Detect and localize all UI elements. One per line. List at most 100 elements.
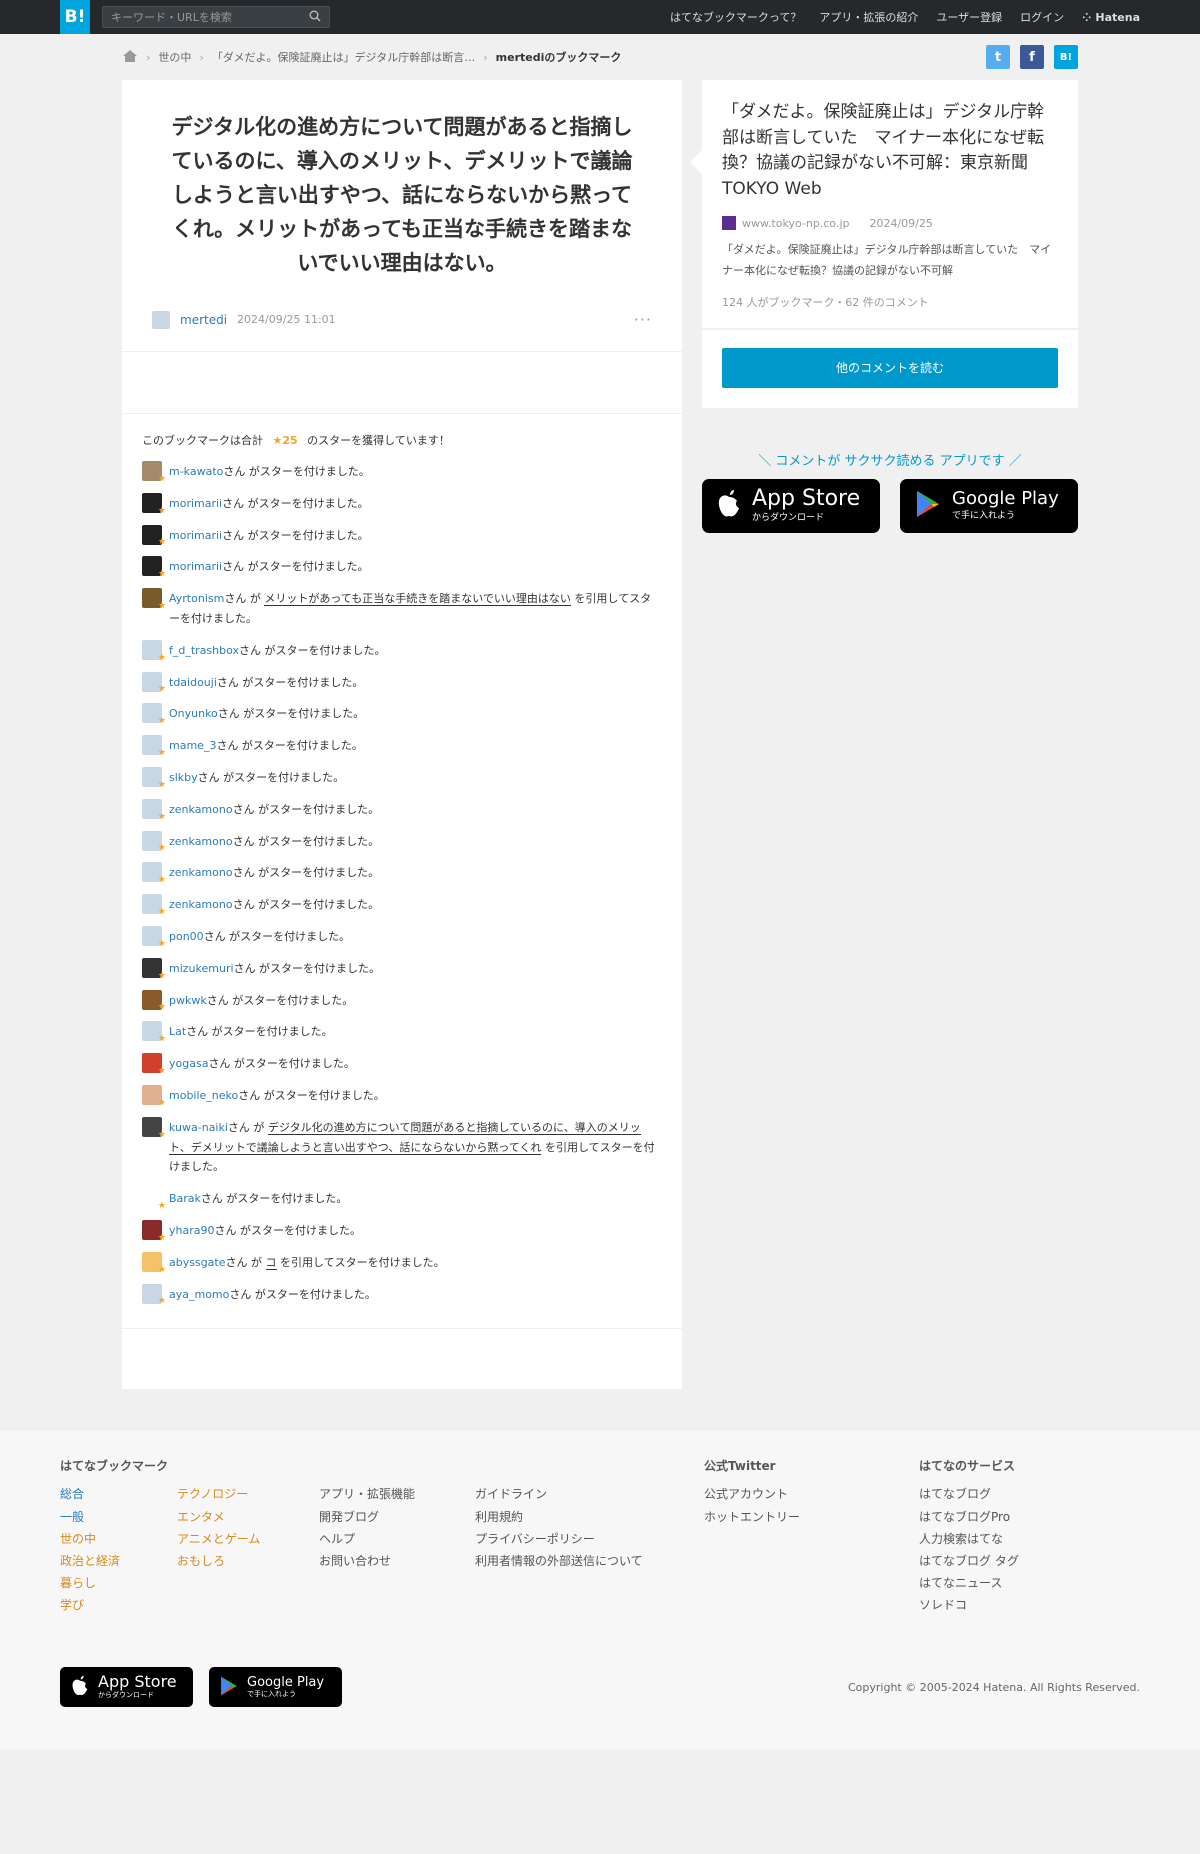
star-user-link[interactable]: zenkamono <box>169 898 233 911</box>
avatar[interactable] <box>142 1188 166 1214</box>
star-user-link[interactable]: f_d_trashbox <box>169 644 239 657</box>
star-user-link[interactable]: slkby <box>169 771 198 784</box>
footer-link[interactable]: ヘルプ <box>319 1532 475 1546</box>
footer-link[interactable]: 人力検索はてな <box>919 1532 1019 1546</box>
avatar[interactable] <box>142 461 166 487</box>
avatar[interactable] <box>142 703 166 729</box>
comment-user-link[interactable]: mertedi <box>180 313 227 327</box>
footer-link[interactable]: アプリ・拡張機能 <box>319 1488 475 1501</box>
star-user-link[interactable]: Onyunko <box>169 707 218 720</box>
avatar[interactable] <box>142 1053 166 1079</box>
footer-link[interactable]: お問い合わせ <box>319 1554 475 1568</box>
footer-link[interactable]: ホットエントリー <box>704 1510 919 1524</box>
star-user-link[interactable]: m-kawato <box>169 465 223 478</box>
entry-title-link[interactable]: 「ダメだよ。保険証廃止は」デジタル庁幹部は断言していた マイナー本化になぜ転換？… <box>722 102 1044 199</box>
star-user-link[interactable]: zenkamono <box>169 803 233 816</box>
star-user-link[interactable]: Barak <box>169 1192 201 1205</box>
avatar[interactable] <box>142 1085 166 1111</box>
avatar[interactable] <box>142 767 166 793</box>
footer-link[interactable]: 世の中 <box>60 1532 177 1546</box>
twitter-share-icon[interactable]: t <box>986 45 1010 69</box>
star-user-link[interactable]: Lat <box>169 1025 186 1038</box>
footer-link[interactable]: はてなブログ タグ <box>919 1554 1019 1568</box>
hatena-bookmark-logo[interactable]: B! <box>60 0 90 34</box>
search-icon[interactable] <box>309 10 321 25</box>
hatena-share-icon[interactable]: B! <box>1054 45 1078 69</box>
about-link[interactable]: はてなブックマークって？ <box>670 9 801 25</box>
avatar[interactable] <box>142 588 166 614</box>
star-user-link[interactable]: morimarii <box>169 497 222 510</box>
footer-link[interactable]: 学び <box>60 1599 177 1612</box>
footer-link[interactable]: ガイドライン <box>475 1488 643 1501</box>
avatar[interactable] <box>142 556 166 582</box>
avatar[interactable] <box>142 524 166 551</box>
footer-link[interactable]: 暮らし <box>60 1576 177 1590</box>
star-user-link[interactable]: kuwa-naiki <box>169 1121 228 1134</box>
hatena-brand-link[interactable]: ⁘ Hatena <box>1082 11 1140 24</box>
footer-link[interactable]: 開発ブログ <box>319 1510 475 1524</box>
avatar[interactable] <box>142 671 166 698</box>
signup-link[interactable]: ユーザー登録 <box>936 9 1002 25</box>
star-user-link[interactable]: Ayrtonism <box>169 592 224 605</box>
read-other-comments-button[interactable]: 他のコメントを読む <box>722 347 1058 388</box>
star-user-link[interactable]: pon00 <box>169 930 204 943</box>
footer-link[interactable]: ソレドコ <box>919 1599 1019 1612</box>
footer-link[interactable]: 公式アカウント <box>704 1488 919 1501</box>
more-menu-icon[interactable]: ··· <box>634 310 652 329</box>
footer-link[interactable]: はてなブログ <box>919 1488 1019 1501</box>
star-user-link[interactable]: pwkwk <box>169 994 207 1007</box>
avatar[interactable] <box>142 639 166 666</box>
avatar[interactable] <box>152 310 170 329</box>
avatar[interactable] <box>142 1283 166 1310</box>
google-play-button[interactable]: Google Play で手に入れよう <box>900 478 1078 533</box>
footer-app-store-button[interactable]: App Store からダウンロード <box>60 1667 193 1708</box>
star-user-link[interactable]: morimarii <box>169 529 222 542</box>
footer-link[interactable]: はてなブログPro <box>919 1510 1019 1524</box>
footer-link[interactable]: 利用者情報の外部送信について <box>475 1554 643 1568</box>
star-user-link[interactable]: abyssgate <box>169 1256 226 1269</box>
star-user-link[interactable]: morimarii <box>169 560 222 573</box>
footer-link[interactable]: はてなニュース <box>919 1576 1019 1590</box>
footer-link[interactable]: プライバシーポリシー <box>475 1532 643 1546</box>
avatar[interactable] <box>142 1220 166 1246</box>
footer-link[interactable]: 政治と経済 <box>60 1554 177 1568</box>
breadcrumb-category[interactable]: 世の中 <box>158 49 191 65</box>
footer-link[interactable]: おもしろ <box>177 1554 319 1568</box>
avatar[interactable] <box>142 894 166 920</box>
star-user-link[interactable]: yhara90 <box>169 1224 214 1237</box>
avatar[interactable] <box>142 957 166 984</box>
star-user-link[interactable]: yogasa <box>169 1057 208 1070</box>
avatar[interactable] <box>142 830 166 857</box>
star-user-link[interactable]: zenkamono <box>169 866 233 879</box>
login-link[interactable]: ログイン <box>1020 9 1064 25</box>
star-quote-link[interactable]: コ <box>265 1255 277 1270</box>
star-quote-link[interactable]: メリットがあっても正当な手続きを踏まないでいい理由はない <box>264 592 571 607</box>
footer-google-play-button[interactable]: Google Play で手に入れよう <box>209 1667 342 1708</box>
avatar[interactable] <box>142 926 166 952</box>
footer-link[interactable]: 総合 <box>60 1488 177 1501</box>
star-user-link[interactable]: mame_3 <box>169 739 216 752</box>
footer-link[interactable]: テクノロジー <box>177 1488 319 1501</box>
home-icon[interactable] <box>122 49 138 66</box>
search-input[interactable] <box>111 10 309 24</box>
footer-link[interactable]: アニメとゲーム <box>177 1532 319 1546</box>
breadcrumb-entry[interactable]: 「ダメだよ。保険証廃止は」デジタル庁幹部は断言… <box>212 49 475 65</box>
apps-link[interactable]: アプリ・拡張の紹介 <box>819 9 918 25</box>
entry-bookmark-count[interactable]: 124 人がブックマーク・62 件のコメント <box>722 294 1058 310</box>
app-store-button[interactable]: App Store からダウンロード <box>702 478 880 533</box>
avatar[interactable] <box>142 989 166 1016</box>
footer-link[interactable]: エンタメ <box>177 1510 319 1524</box>
avatar[interactable] <box>142 798 166 825</box>
avatar[interactable] <box>142 1021 166 1047</box>
avatar[interactable] <box>142 1116 166 1143</box>
search-box[interactable] <box>102 6 330 28</box>
avatar[interactable] <box>142 492 166 519</box>
facebook-share-icon[interactable]: f <box>1020 45 1044 69</box>
star-user-link[interactable]: mobile_neko <box>169 1089 238 1102</box>
avatar[interactable] <box>142 1251 166 1278</box>
entry-domain-link[interactable]: www.tokyo-np.co.jp <box>742 217 849 230</box>
footer-link[interactable]: 利用規約 <box>475 1510 643 1524</box>
star-user-link[interactable]: aya_momo <box>169 1288 229 1301</box>
avatar[interactable] <box>142 862 166 888</box>
star-user-link[interactable]: mizukemuri <box>169 962 234 975</box>
